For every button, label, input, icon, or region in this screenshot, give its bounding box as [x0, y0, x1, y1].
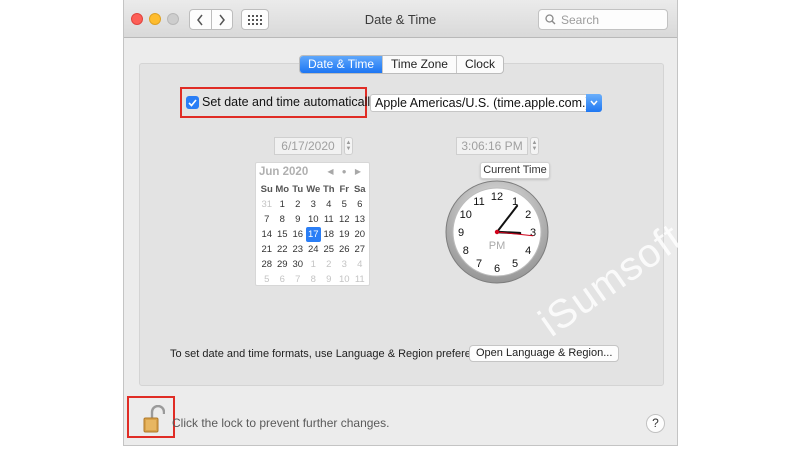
- formats-note: To set date and time formats, use Langua…: [170, 348, 498, 360]
- time-stepper[interactable]: ▲ ▼: [530, 137, 539, 155]
- open-language-region-button[interactable]: Open Language & Region...: [469, 345, 620, 362]
- search-icon: [545, 14, 556, 25]
- tab-clock[interactable]: Clock: [457, 56, 503, 73]
- lock-instructions: Click the lock to prevent further change…: [172, 416, 390, 430]
- clock-numeral: 6: [494, 263, 500, 275]
- clock-numeral: 9: [458, 227, 464, 239]
- auto-time-label: Set date and time automatically:: [202, 95, 380, 109]
- weekday-header: Sa: [353, 184, 366, 195]
- calendar: Jun 2020 ◀ ● ▶ Su Mo Tu We Th Fr Sa 31 1 2 3 4 5 6 7 8 9…: [255, 162, 370, 286]
- calendar-day[interactable]: 7: [290, 272, 306, 287]
- stage: Date & Time Search Date & Time Time Zone…: [0, 0, 800, 450]
- calendar-day[interactable]: 15: [275, 227, 291, 242]
- calendar-day[interactable]: 28: [259, 257, 275, 272]
- chevron-down-icon: [590, 100, 598, 106]
- preferences-window: Date & Time Search Date & Time Time Zone…: [123, 0, 690, 446]
- calendar-day[interactable]: 1: [306, 257, 322, 272]
- calendar-day[interactable]: 25: [321, 242, 337, 257]
- time-field[interactable]: 3:06:16 PM: [456, 137, 528, 155]
- calendar-nav[interactable]: ◀ ● ▶: [327, 167, 364, 176]
- calendar-day[interactable]: 16: [290, 227, 306, 242]
- calendar-day[interactable]: 6: [275, 272, 291, 287]
- calendar-day[interactable]: 19: [337, 227, 353, 242]
- weekday-header: We: [306, 184, 321, 195]
- clock-numeral: 4: [525, 245, 531, 257]
- calendar-day[interactable]: 10: [337, 272, 353, 287]
- calendar-day[interactable]: 5: [337, 197, 353, 212]
- weekday-header: Tu: [292, 184, 304, 195]
- search-placeholder: Search: [561, 12, 600, 27]
- calendar-day[interactable]: 3: [337, 257, 353, 272]
- calendar-day[interactable]: 11: [321, 212, 337, 227]
- calendar-day[interactable]: 12: [337, 212, 353, 227]
- weekday-header: Fr: [339, 184, 350, 195]
- title-bar: Date & Time Search: [124, 0, 677, 38]
- calendar-day[interactable]: 17: [305, 227, 321, 242]
- calendar-day[interactable]: 2: [321, 257, 337, 272]
- calendar-day[interactable]: 30: [290, 257, 306, 272]
- calendar-day[interactable]: 8: [306, 272, 322, 287]
- weekday-header: Su: [260, 184, 273, 195]
- date-stepper[interactable]: ▲ ▼: [344, 137, 353, 155]
- select-caret[interactable]: [586, 94, 602, 112]
- calendar-day[interactable]: 10: [306, 212, 322, 227]
- calendar-day[interactable]: 9: [290, 212, 306, 227]
- calendar-day[interactable]: 23: [290, 242, 306, 257]
- checkmark-icon: [188, 98, 197, 107]
- clock-numeral: 8: [463, 245, 469, 257]
- date-field[interactable]: 6/17/2020: [274, 137, 342, 155]
- clock-numeral: 3: [530, 227, 536, 239]
- tab-time-zone[interactable]: Time Zone: [383, 56, 457, 73]
- calendar-day[interactable]: 24: [306, 242, 322, 257]
- calendar-month: Jun 2020: [259, 166, 309, 178]
- clock-numeral: 2: [525, 209, 531, 221]
- clock-meridiem: PM: [489, 240, 506, 252]
- calendar-day[interactable]: 21: [259, 242, 275, 257]
- tab-date-time[interactable]: Date & Time: [300, 56, 384, 73]
- current-time-label: Current Time: [480, 162, 550, 179]
- calendar-day[interactable]: 14: [259, 227, 275, 242]
- tab-bar: Date & Time Time Zone Clock: [299, 55, 504, 74]
- calendar-day[interactable]: 26: [337, 242, 353, 257]
- calendar-day[interactable]: 1: [275, 197, 291, 212]
- clock-numeral: 12: [491, 191, 503, 203]
- weekday-header: Mo: [275, 184, 290, 195]
- calendar-day[interactable]: 13: [352, 212, 368, 227]
- weekday-header: Th: [322, 184, 335, 195]
- clock-numeral: 7: [476, 258, 482, 270]
- calendar-day[interactable]: 27: [352, 242, 368, 257]
- calendar-grid: Su Mo Tu We Th Fr Sa 31 1 2 3 4 5 6 7 8 9 10 11 12 13 14 15 16 1…: [259, 182, 367, 287]
- calendar-day[interactable]: 11: [352, 272, 368, 287]
- time-server-value: Apple Americas/U.S. (time.apple.com.): [375, 96, 590, 110]
- calendar-day[interactable]: 7: [259, 212, 275, 227]
- time-server-select[interactable]: Apple Americas/U.S. (time.apple.com.): [370, 94, 602, 112]
- calendar-day[interactable]: 29: [275, 257, 291, 272]
- calendar-day[interactable]: 3: [306, 197, 322, 212]
- calendar-day[interactable]: 31: [259, 197, 275, 212]
- calendar-day[interactable]: 4: [352, 257, 368, 272]
- calendar-day[interactable]: 9: [321, 272, 337, 287]
- calendar-day[interactable]: 4: [321, 197, 337, 212]
- auto-time-checkbox[interactable]: [186, 96, 199, 109]
- calendar-day[interactable]: 20: [352, 227, 368, 242]
- calendar-day[interactable]: 8: [275, 212, 291, 227]
- help-button[interactable]: ?: [646, 414, 665, 433]
- clock-numeral: 11: [473, 196, 484, 208]
- calendar-day[interactable]: 22: [275, 242, 291, 257]
- clock-numeral: 5: [512, 258, 518, 270]
- calendar-day[interactable]: 5: [259, 272, 275, 287]
- calendar-day[interactable]: 6: [352, 197, 368, 212]
- clock-numeral: 10: [460, 209, 472, 221]
- calendar-day[interactable]: 2: [290, 197, 306, 212]
- clock-center: [494, 229, 500, 235]
- search-field[interactable]: Search: [538, 9, 668, 30]
- analog-clock: 12 1234567891011PM: [445, 180, 549, 284]
- calendar-day[interactable]: 18: [321, 227, 337, 242]
- lock-icon[interactable]: [139, 405, 165, 435]
